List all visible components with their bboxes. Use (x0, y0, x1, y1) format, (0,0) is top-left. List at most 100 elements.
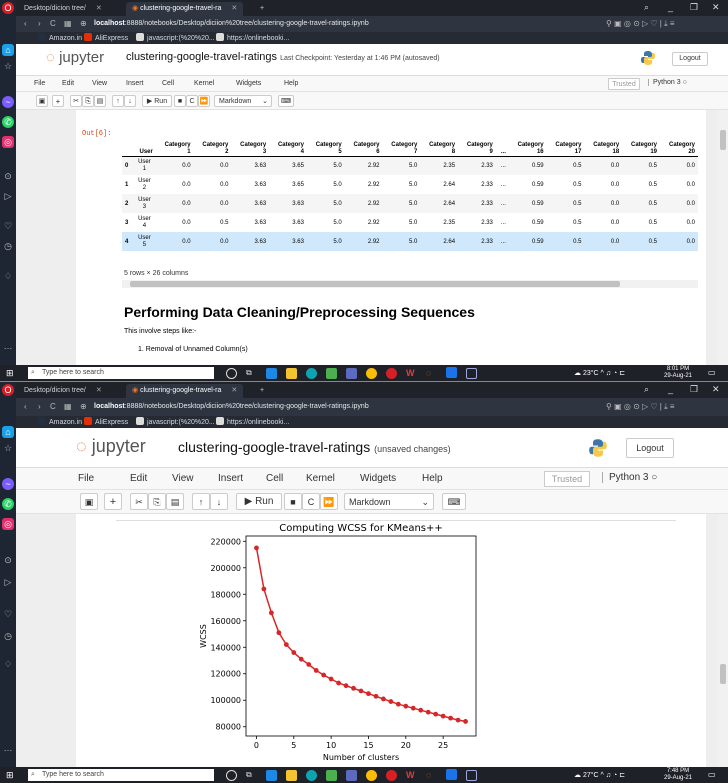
speed-dial-icon[interactable]: ▦ (64, 402, 72, 411)
jupyter-taskbar-icon[interactable]: ◌ (426, 770, 437, 781)
forward-icon[interactable]: › (38, 19, 41, 28)
photos-icon[interactable] (466, 368, 477, 379)
save-icon[interactable]: ▣ (36, 95, 48, 107)
app-icon[interactable] (326, 368, 337, 379)
menu-help[interactable]: Help (422, 473, 443, 484)
menu-view[interactable]: View (172, 473, 194, 484)
whatsapp-icon[interactable]: ✆ (2, 116, 14, 128)
stop-icon[interactable]: ■ (174, 95, 186, 107)
edge-icon[interactable] (306, 770, 317, 781)
restore-icon[interactable]: ❐ (690, 2, 698, 13)
logout-button[interactable]: Logout (626, 438, 674, 458)
browser-tools-icon[interactable]: ⚲ ▣ ◎ ⊙ ▷ ♡ | ⤓ ≡ (606, 402, 675, 412)
whatsapp-icon[interactable]: ✆ (2, 498, 14, 510)
fast-forward-icon[interactable]: ⏩ (198, 95, 210, 107)
trusted-indicator[interactable]: Trusted (608, 78, 640, 90)
menu-insert[interactable]: Insert (218, 473, 243, 484)
menu-file[interactable]: File (34, 80, 45, 87)
menu-view[interactable]: View (92, 80, 107, 87)
cortana-icon[interactable] (226, 368, 237, 379)
bookmark-javascript[interactable]: javascript:(%20%20... (136, 33, 215, 42)
word-icon[interactable]: W (406, 368, 417, 379)
table-row[interactable]: 0 User 1 0.0 0.0 3.63 3.65 5.0 2.92 5.0 2.35 2.33..… (122, 156, 698, 175)
menu-kernel[interactable]: Kernel (306, 473, 335, 484)
move-down-icon[interactable]: ↓ (124, 95, 136, 107)
history-icon[interactable]: ◷ (2, 630, 14, 642)
notebook-title[interactable]: clustering-google-travel-ratings Last Ch… (126, 51, 440, 63)
menu-help[interactable]: Help (284, 80, 298, 87)
horizontal-scrollbar[interactable] (122, 280, 698, 288)
tray-icons[interactable]: ^ ♫ ◔ ⊏ (599, 370, 625, 377)
menu-widgets[interactable]: Widgets (360, 473, 396, 484)
url-field[interactable]: localhost:8888/notebooks/Desktop/diciion… (94, 403, 369, 410)
weather-temp[interactable]: 23°C (583, 370, 599, 377)
add-cell-icon[interactable]: + (104, 493, 122, 510)
scrollbar-thumb[interactable] (720, 130, 726, 150)
paste-icon[interactable]: ▤ (166, 493, 184, 510)
menu-edit[interactable]: Edit (130, 473, 147, 484)
site-info-icon[interactable]: ⊕ (80, 402, 87, 411)
python-taskbar-icon[interactable] (446, 769, 457, 780)
bookmark-onlinebooking[interactable]: https://onlinebooki... (216, 417, 289, 426)
forward-icon[interactable]: › (38, 402, 41, 411)
cell-type-select[interactable]: Markdown ⌄ (344, 493, 434, 510)
browser-tools-icon[interactable]: ⚲ ▣ ◎ ⊙ ▷ ♡ | ⤓ ≡ (606, 19, 675, 29)
vertical-scrollbar[interactable] (718, 110, 728, 365)
cell-type-select[interactable]: Markdown ⌄ (214, 95, 272, 107)
jupyter-logo[interactable]: ◌ jupyter (76, 436, 146, 457)
search-tabs-icon[interactable]: ⌕ (644, 384, 649, 395)
file-explorer-icon[interactable] (286, 368, 297, 379)
clock[interactable]: 8:01 PM 29-Aug-21 (664, 366, 692, 380)
scrollbar-thumb[interactable] (130, 281, 620, 287)
url-field[interactable]: localhost:8888/notebooks/Desktop/diciion… (94, 20, 369, 27)
search-tabs-icon[interactable]: ⌕ (644, 2, 649, 13)
bookmark-aliexpress[interactable]: AliExpress (84, 33, 128, 42)
scrollbar-thumb[interactable] (720, 664, 726, 684)
home-icon[interactable]: ⌂ (2, 426, 14, 438)
back-icon[interactable]: ‹ (24, 19, 27, 28)
windows-start-icon[interactable]: ⊞ (6, 368, 14, 379)
bookmark-javascript[interactable]: javascript:(%20%20... (136, 417, 215, 426)
word-icon[interactable]: W (406, 770, 417, 781)
bookmark-aliexpress[interactable]: AliExpress (84, 417, 128, 426)
send-icon[interactable]: ▷ (2, 576, 14, 588)
cortana-icon[interactable] (226, 770, 237, 781)
player-icon[interactable]: ⊙ (2, 554, 14, 566)
tab-desktop[interactable]: Desktop/dicion tree/ ✕ (18, 384, 108, 398)
close-icon[interactable]: ✕ (96, 5, 102, 12)
pin-icon[interactable]: ♢ (2, 270, 14, 282)
reload-icon[interactable]: C (50, 19, 56, 28)
opera-logo-icon[interactable]: O (2, 384, 14, 396)
messenger-icon[interactable]: ~ (2, 478, 14, 490)
jupyter-taskbar-icon[interactable]: ◌ (426, 368, 437, 379)
run-button[interactable]: ▶ Run (142, 95, 172, 107)
file-explorer-icon[interactable] (286, 770, 297, 781)
jupyter-logo[interactable]: ◌ jupyter (46, 49, 104, 66)
bookmark-amazon[interactable]: Amazon.in (38, 417, 82, 426)
cut-icon[interactable]: ✂ (70, 95, 82, 107)
more-icon[interactable]: … (2, 340, 14, 352)
app-icon[interactable] (326, 770, 337, 781)
site-info-icon[interactable]: ⊕ (80, 19, 87, 28)
trusted-indicator[interactable]: Trusted (544, 471, 590, 487)
cut-icon[interactable]: ✂ (130, 493, 148, 510)
notebook-title[interactable]: clustering-google-travel-ratings (unsave… (178, 439, 451, 455)
tab-notebook[interactable]: ◉ clustering-google-travel-ra ✕ (126, 2, 244, 16)
taskbar-search[interactable]: ⌕ Type here to search (28, 769, 214, 781)
notifications-icon[interactable]: ▭ (708, 770, 716, 779)
pin-icon[interactable]: ♢ (2, 658, 14, 670)
store-icon[interactable] (346, 770, 357, 781)
instagram-icon[interactable]: ◎ (2, 136, 14, 148)
store-icon[interactable] (346, 368, 357, 379)
stop-icon[interactable]: ■ (284, 493, 302, 510)
copy-icon[interactable]: ⎘ (148, 493, 166, 510)
paste-icon[interactable]: ▤ (94, 95, 106, 107)
close-window-icon[interactable]: ✕ (712, 2, 720, 13)
tab-notebook[interactable]: ◉ clustering-google-travel-ra ✕ (126, 384, 244, 398)
heart-icon[interactable]: ♡ (2, 220, 14, 232)
reload-icon[interactable]: C (50, 402, 56, 411)
task-view-icon[interactable]: ⧉ (246, 770, 257, 781)
move-up-icon[interactable]: ↑ (112, 95, 124, 107)
heart-icon[interactable]: ♡ (2, 608, 14, 620)
copy-icon[interactable]: ⎘ (82, 95, 94, 107)
